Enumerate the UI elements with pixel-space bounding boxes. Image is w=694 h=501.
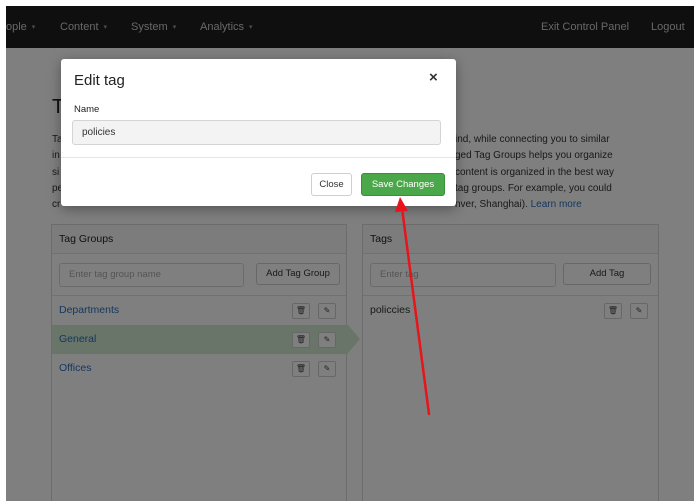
- edit-tag-modal: Edit tag × Name policies Close Save Chan…: [61, 59, 456, 206]
- save-changes-button[interactable]: Save Changes: [361, 173, 445, 196]
- tag-name-field[interactable]: policies: [72, 120, 441, 145]
- close-icon[interactable]: ×: [429, 69, 438, 86]
- name-label: Name: [74, 104, 100, 115]
- close-button[interactable]: Close: [311, 173, 352, 196]
- divider: [61, 157, 456, 158]
- modal-title: Edit tag: [74, 72, 125, 89]
